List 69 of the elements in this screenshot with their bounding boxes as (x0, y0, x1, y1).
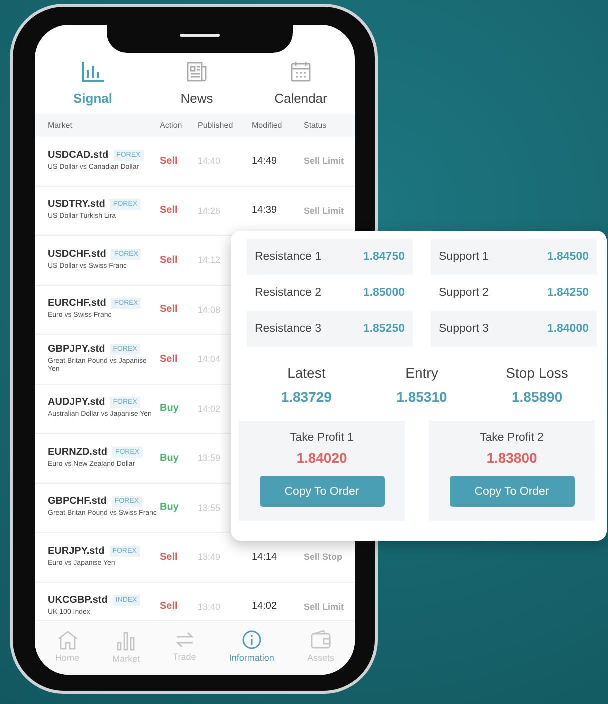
symbol-text: EURCHF.std (48, 298, 106, 310)
modified-time: 14:49 (252, 156, 278, 167)
symbol-text: EURNZD.std (48, 446, 108, 458)
nav-item[interactable]: Information (229, 630, 274, 662)
level-value: 1.84000 (547, 323, 589, 335)
action-text: Buy (160, 403, 180, 414)
action-text: Sell (160, 304, 179, 316)
price-value: 1.85310 (396, 389, 448, 405)
status-text: Sell Limit (304, 156, 346, 166)
take-profit-value: 1.84020 (296, 450, 348, 466)
level-value: 1.85000 (363, 287, 405, 299)
take-profit-value: 1.83800 (486, 450, 538, 466)
level-value: 1.84750 (363, 251, 405, 263)
copy-to-order-button[interactable]: Copy To Order (450, 476, 574, 507)
level-label: Support 2 (439, 287, 489, 299)
speaker-grille (180, 34, 220, 37)
symbol-text: UKCGBP.std (48, 595, 108, 606)
action-text: Buy (160, 502, 180, 514)
action-text: Sell (160, 552, 179, 563)
column-header: Published (198, 121, 234, 130)
level-value: 1.84500 (547, 251, 589, 263)
action-text: Sell (160, 205, 179, 216)
symbol-text: AUDJPY.std (48, 397, 106, 408)
price-label: Entry (406, 365, 438, 381)
bar-chart-icon (81, 61, 105, 83)
price-value: 1.85890 (512, 389, 563, 405)
level-label: Resistance 1 (255, 251, 322, 263)
newspaper-icon (186, 61, 208, 83)
action-text: Buy (160, 452, 180, 464)
action-text: Sell (160, 254, 179, 266)
action-text: Sell (160, 156, 179, 167)
price-label: Latest (288, 365, 326, 381)
tab[interactable]: News (165, 61, 229, 106)
column-header: Modified (252, 121, 284, 130)
column-header: Market (48, 121, 74, 130)
status-text: Sell Limit (304, 602, 346, 612)
wallet-icon (310, 630, 332, 650)
modified-time: 14:14 (252, 552, 278, 563)
tab[interactable]: Signal (61, 61, 125, 106)
symbol-text: GBPCHF.std (48, 496, 107, 508)
level-value: 1.84250 (547, 287, 589, 299)
level-label: Support 1 (439, 251, 489, 263)
level-label: Support 3 (439, 323, 489, 335)
status-text: Sell Limit (304, 206, 346, 216)
symbol-text: USDTRY.std (48, 199, 106, 210)
column-header: Action (160, 121, 184, 130)
price-value: 1.83729 (281, 389, 332, 405)
status-text: Sell Stop (304, 552, 344, 562)
level-label: Resistance 2 (255, 287, 322, 299)
take-profit-label: Take Profit 1 (290, 432, 354, 444)
home-icon (56, 630, 79, 650)
info-icon (242, 630, 262, 650)
price-label: Stop Loss (506, 365, 568, 381)
swap-arrows-icon (174, 630, 196, 648)
symbol-text: GBPJPY.std (48, 344, 106, 354)
symbol-text: EURJPY.std (48, 546, 105, 557)
action-text: Sell (160, 354, 179, 365)
action-text: Sell (160, 601, 179, 612)
level-value: 1.85250 (363, 323, 405, 335)
tab[interactable]: Calendar (269, 61, 333, 106)
modified-time: 14:02 (252, 601, 278, 612)
take-profit-label: Take Profit 2 (480, 432, 544, 444)
level-label: Resistance 3 (255, 323, 322, 335)
symbol-text: USDCHF.std (48, 248, 106, 260)
symbol-text: USDCAD.std (48, 150, 109, 161)
copy-to-order-button[interactable]: Copy To Order (260, 476, 384, 507)
column-header: Status (304, 121, 328, 130)
modified-time: 14:39 (252, 205, 278, 216)
calendar-icon (290, 61, 312, 83)
